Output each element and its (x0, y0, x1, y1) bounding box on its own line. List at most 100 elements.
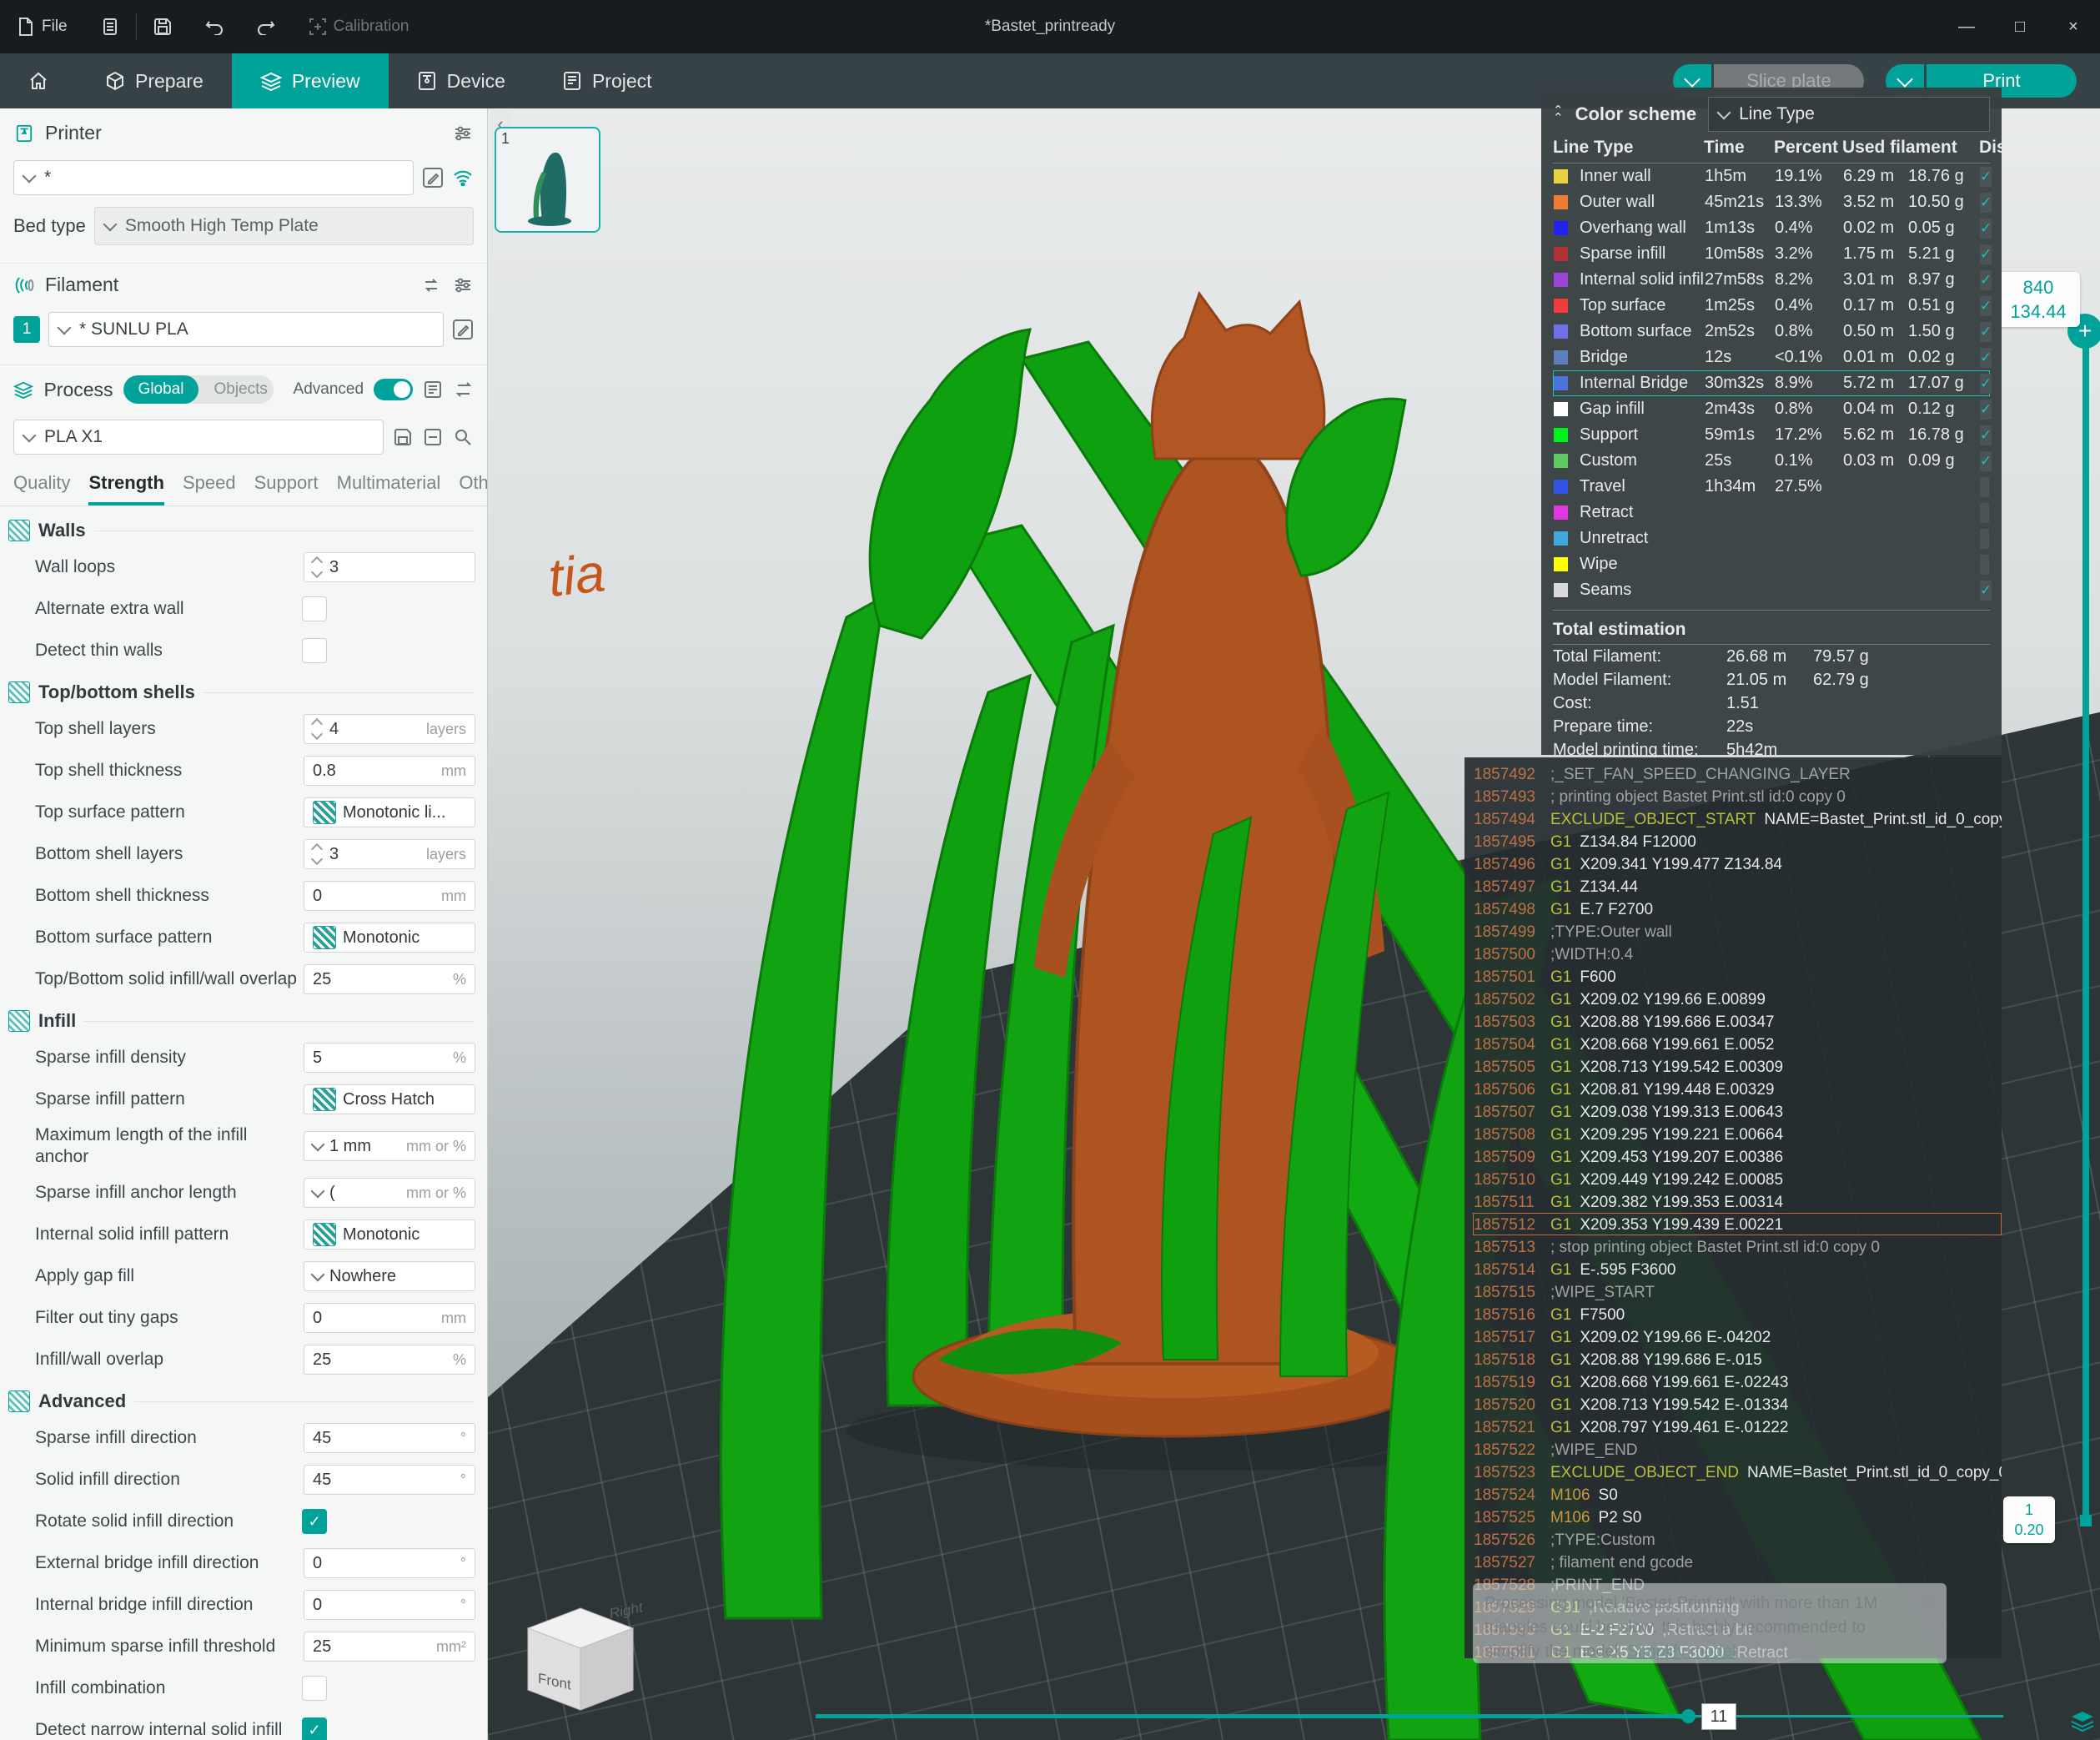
layers-mode-icon[interactable] (2070, 1710, 2095, 1736)
display-checkbox[interactable]: ✓ (1980, 219, 1992, 239)
scope-objects[interactable]: Objects (198, 375, 273, 404)
pattern-select[interactable]: Monotonic (304, 923, 475, 953)
layer-slider-track[interactable] (2082, 327, 2089, 1526)
undo-button[interactable] (188, 0, 240, 53)
collapse-legend-icon[interactable]: ⌃⌃ (1553, 107, 1564, 122)
gcode-line[interactable]: 1857494EXCLUDE_OBJECT_STARTNAME=Bastet_P… (1473, 807, 2002, 830)
text-input[interactable]: 0.8mm (304, 756, 475, 786)
delete-preset-icon[interactable] (422, 426, 444, 448)
legend-row[interactable]: Internal solid infill27m58s8.2%3.01 m8.9… (1553, 267, 1990, 293)
bed-type-select[interactable]: Smooth High Temp Plate (94, 207, 474, 245)
gcode-line[interactable]: 1857493; printing object Bastet Print.st… (1473, 785, 2002, 807)
legend-row[interactable]: Bottom surface2m52s0.8%0.50 m1.50 g✓ (1553, 319, 1990, 344)
file-menu[interactable]: File (0, 0, 84, 53)
text-input[interactable]: 45° (304, 1423, 475, 1453)
notes-button[interactable] (84, 0, 136, 53)
gcode-line[interactable]: 1857506G1X208.81 Y199.448 E.00329 (1473, 1078, 2002, 1100)
spin-input[interactable]: 3 (304, 552, 475, 582)
color-scheme-select[interactable]: Line Type (1708, 97, 1990, 132)
legend-row[interactable]: Inner wall1h5m19.1%6.29 m18.76 g✓ (1553, 163, 1990, 189)
checkbox[interactable]: ✓ (302, 1509, 327, 1534)
edit-printer-icon[interactable] (422, 167, 444, 189)
gcode-line[interactable]: 1857513; stop printing object Bastet Pri… (1473, 1235, 2002, 1258)
display-checkbox[interactable]: ✓ (1980, 425, 1992, 445)
scope-global[interactable]: Global (123, 375, 199, 404)
gcode-line[interactable]: 1857527; filament end gcode (1473, 1551, 2002, 1573)
move-slider[interactable]: 11 (816, 1703, 2003, 1728)
legend-row[interactable]: Gap infill2m43s0.8%0.04 m0.12 g✓ (1553, 396, 1990, 422)
text-input[interactable]: 0mm (304, 1303, 475, 1333)
gcode-line[interactable]: 1857507G1X209.038 Y199.313 E.00643 (1473, 1100, 2002, 1123)
checkbox[interactable] (302, 638, 327, 663)
display-checkbox[interactable]: ✓ (1980, 296, 1992, 316)
gcode-line[interactable]: 1857521G1X208.797 Y199.461 E-.01222 (1473, 1416, 2002, 1438)
display-checkbox[interactable]: ✓ (1980, 270, 1992, 290)
gcode-line[interactable]: 1857510G1X209.449 Y199.242 E.00085 (1473, 1168, 2002, 1190)
gcode-line[interactable]: 1857526;TYPE:Custom (1473, 1528, 2002, 1551)
gcode-line[interactable]: 1857495G1Z134.84 F12000 (1473, 830, 2002, 852)
legend-row[interactable]: Custom25s0.1%0.03 m0.09 g✓ (1553, 448, 1990, 474)
tab-device[interactable]: Device (389, 53, 534, 108)
select[interactable]: 1 mmmm or % (304, 1131, 475, 1161)
gcode-line[interactable]: 1857501G1F600 (1473, 965, 2002, 988)
minimize-button[interactable]: — (1940, 0, 1993, 53)
display-checkbox[interactable]: ✓ (1980, 581, 1992, 601)
gcode-line[interactable]: 1857508G1X209.295 Y199.221 E.00664 (1473, 1123, 2002, 1145)
filament-preset-select[interactable]: * SUNLU PLA (48, 312, 444, 347)
select[interactable]: (mm or % (304, 1178, 475, 1208)
display-checkbox[interactable]: ✓ (1980, 400, 1992, 420)
legend-row[interactable]: Support59m1s17.2%5.62 m16.78 g✓ (1553, 422, 1990, 448)
gcode-line[interactable]: 1857498G1E.7 F2700 (1473, 898, 2002, 920)
compare-presets-icon[interactable] (454, 379, 474, 400)
gcode-line[interactable]: 1857516G1F7500 (1473, 1303, 2002, 1325)
process-preset-select[interactable]: PLA X1 (13, 420, 384, 455)
text-input[interactable]: 0° (304, 1548, 475, 1578)
display-checkbox[interactable] (1980, 555, 1989, 575)
close-button[interactable]: × (2047, 0, 2100, 53)
display-checkbox[interactable]: ✓ (1980, 451, 1992, 471)
gcode-viewer[interactable]: 1857492;_SET_FAN_SPEED_CHANGING_LAYER185… (1464, 757, 2002, 1658)
calibration-button[interactable]: Calibration (292, 0, 426, 53)
gcode-line[interactable]: 1857504G1X208.668 Y199.661 E.0052 (1473, 1033, 2002, 1055)
spin-input[interactable]: 4layers (304, 714, 475, 744)
save-preset-icon[interactable] (392, 426, 414, 448)
gcode-line[interactable]: 1857519G1X208.668 Y199.661 E-.02243 (1473, 1370, 2002, 1393)
display-checkbox[interactable] (1980, 477, 1989, 497)
display-checkbox[interactable]: ✓ (1980, 193, 1992, 213)
checkbox[interactable]: ✓ (302, 1717, 327, 1740)
close-icon[interactable]: × (1922, 1592, 1935, 1655)
pattern-select[interactable]: Cross Hatch (304, 1084, 475, 1114)
filament-settings-icon[interactable] (452, 274, 474, 296)
legend-row[interactable]: Travel1h34m27.5% (1553, 474, 1990, 500)
search-icon[interactable] (452, 426, 474, 448)
spin-input[interactable]: 3layers (304, 839, 475, 869)
checkbox[interactable] (302, 1676, 327, 1701)
gcode-line[interactable]: 1857515;WIPE_START (1473, 1280, 2002, 1303)
legend-row[interactable]: Overhang wall1m13s0.4%0.02 m0.05 g✓ (1553, 215, 1990, 241)
select[interactable]: Nowhere (304, 1261, 475, 1291)
gcode-line[interactable]: 1857522;WIPE_END (1473, 1438, 2002, 1461)
maximize-button[interactable]: □ (1993, 0, 2047, 53)
display-checkbox[interactable]: ✓ (1980, 374, 1992, 394)
legend-row[interactable]: Top surface1m25s0.4%0.17 m0.51 g✓ (1553, 293, 1990, 319)
text-input[interactable]: 45° (304, 1465, 475, 1495)
filament-swap-icon[interactable] (420, 274, 442, 296)
text-input[interactable]: 5% (304, 1043, 475, 1073)
tab-project[interactable]: Project (534, 53, 681, 108)
display-checkbox[interactable]: ✓ (1980, 244, 1992, 264)
gcode-line[interactable]: 1857518G1X208.88 Y199.686 E-.015 (1473, 1348, 2002, 1370)
legend-row[interactable]: Outer wall45m21s13.3%3.52 m10.50 g✓ (1553, 189, 1990, 215)
process-list-icon[interactable] (423, 379, 443, 400)
layer-slider-bottom-handle[interactable] (2080, 1515, 2092, 1526)
checkbox[interactable] (302, 596, 327, 621)
gcode-line[interactable]: 1857503G1X208.88 Y199.686 E.00347 (1473, 1010, 2002, 1033)
wifi-icon[interactable] (452, 167, 474, 189)
simplify-model-link[interactable]: Simplify model (1627, 1642, 1736, 1661)
text-input[interactable]: 25% (304, 1345, 475, 1375)
gcode-line[interactable]: 1857500;WIDTH:0.4 (1473, 943, 2002, 965)
tab-prepare[interactable]: Prepare (77, 53, 232, 108)
gcode-line[interactable]: 1857514G1E-.595 F3600 (1473, 1258, 2002, 1280)
display-checkbox[interactable] (1980, 503, 1989, 523)
gcode-line[interactable]: 1857492;_SET_FAN_SPEED_CHANGING_LAYER (1473, 762, 2002, 785)
view-cube[interactable]: Front Right (510, 1598, 651, 1723)
